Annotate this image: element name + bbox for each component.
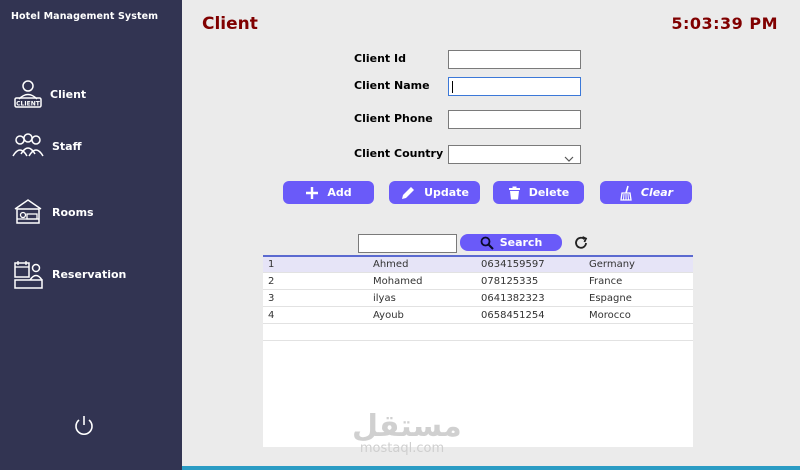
- client-id-field[interactable]: [448, 50, 581, 69]
- cell-phone: 0658451254: [481, 310, 545, 321]
- delete-button[interactable]: Delete: [493, 181, 584, 204]
- sidebar-item-label: Reservation: [52, 267, 127, 281]
- client-icon-text: CLIENT: [16, 101, 41, 108]
- page-title: Client: [202, 14, 258, 34]
- rooms-icon: [10, 195, 46, 229]
- table-row[interactable]: 2 Mohamed 078125335 France: [263, 274, 693, 290]
- client-phone-label: Client Phone: [354, 112, 433, 125]
- chevron-down-icon: [564, 149, 574, 168]
- app-title: Hotel Management System: [11, 11, 159, 22]
- watermark-latin: mostaql.com: [359, 441, 445, 456]
- sidebar: Hotel Management System CLIENT Client St…: [0, 0, 182, 470]
- sidebar-item-label: Staff: [52, 139, 82, 153]
- text-caret: [452, 81, 453, 93]
- cell-country: France: [589, 276, 623, 287]
- watermark: مستقل mostaql.com: [352, 409, 462, 456]
- broom-icon: [620, 185, 632, 201]
- cell-id: 1: [268, 259, 275, 270]
- cell-name: Ayoub: [373, 310, 404, 321]
- client-name-field[interactable]: [448, 77, 581, 96]
- search-icon: [480, 236, 494, 250]
- update-button-label: Update: [424, 186, 469, 199]
- delete-button-label: Delete: [528, 186, 570, 199]
- cell-name: ilyas: [373, 293, 396, 304]
- cell-phone: 0634159597: [481, 259, 545, 270]
- sidebar-item-client[interactable]: CLIENT Client: [10, 76, 175, 112]
- search-input[interactable]: [358, 234, 457, 253]
- power-icon[interactable]: [72, 414, 96, 438]
- cell-id: 3: [268, 293, 275, 304]
- cell-country: Morocco: [589, 310, 631, 321]
- cell-id: 4: [268, 310, 275, 321]
- watermark-arabic: مستقل: [352, 409, 462, 444]
- cell-name: Ahmed: [373, 259, 409, 270]
- table-row[interactable]: 4 Ayoub 0658451254 Morocco: [263, 308, 693, 324]
- cell-phone: 078125335: [481, 276, 539, 287]
- update-button[interactable]: Update: [389, 181, 480, 204]
- reservation-icon: [10, 257, 46, 291]
- cell-id: 2: [268, 276, 275, 287]
- search-button[interactable]: Search: [460, 234, 562, 251]
- cell-name: Mohamed: [373, 276, 423, 287]
- client-country-label: Client Country: [354, 147, 444, 160]
- plus-icon: [306, 186, 319, 199]
- clock: 5:03:39 PM: [671, 14, 778, 33]
- sidebar-item-reservation[interactable]: Reservation: [10, 256, 175, 292]
- client-id-label: Client Id: [354, 52, 406, 65]
- cell-country: Espagne: [589, 293, 632, 304]
- client-icon: CLIENT: [10, 77, 46, 111]
- sidebar-item-label: Rooms: [52, 205, 94, 219]
- table-row[interactable]: 3 ilyas 0641382323 Espagne: [263, 291, 693, 307]
- clients-table: 1 Ahmed 0634159597 Germany 2 Mohamed 078…: [263, 255, 693, 447]
- cell-phone: 0641382323: [481, 293, 545, 304]
- refresh-icon[interactable]: [572, 234, 590, 252]
- sidebar-item-label: Client: [50, 87, 87, 101]
- cell-country: Germany: [589, 259, 635, 270]
- client-country-select[interactable]: [448, 145, 581, 164]
- sidebar-item-staff[interactable]: Staff: [10, 128, 175, 164]
- pencil-icon: [402, 186, 415, 199]
- client-phone-field[interactable]: [448, 110, 581, 129]
- table-row[interactable]: 1 Ahmed 0634159597 Germany: [263, 257, 693, 273]
- trash-icon: [508, 186, 520, 199]
- add-button[interactable]: Add: [283, 181, 374, 204]
- clear-button[interactable]: Clear: [600, 181, 692, 204]
- clear-button-label: Clear: [640, 186, 674, 199]
- add-button-label: Add: [327, 186, 352, 199]
- client-name-label: Client Name: [354, 79, 430, 92]
- sidebar-item-rooms[interactable]: Rooms: [10, 194, 175, 230]
- search-button-label: Search: [499, 236, 543, 249]
- table-row-empty: [263, 325, 693, 341]
- bottom-border: [182, 466, 800, 470]
- staff-icon: [10, 129, 46, 163]
